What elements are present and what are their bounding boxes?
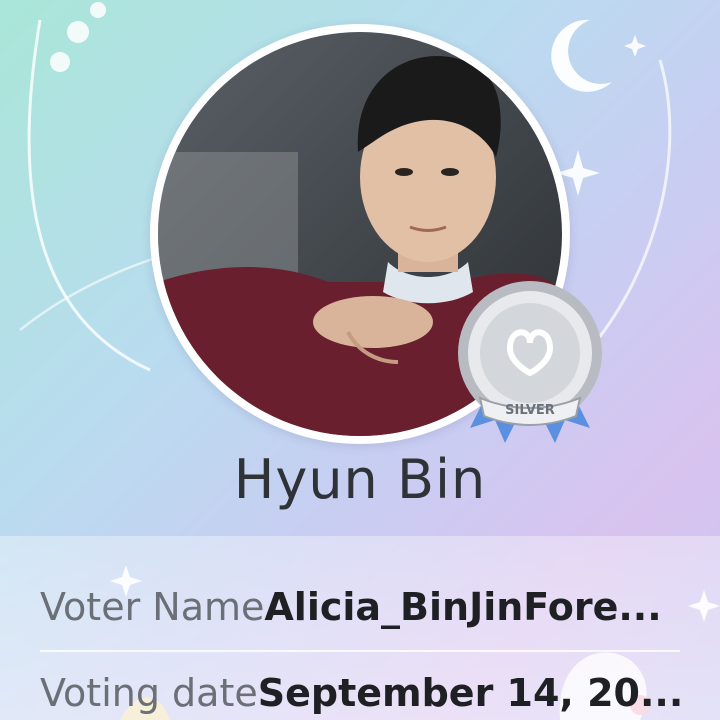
- voting-date-label: Voting date: [40, 671, 258, 715]
- badge-label: SILVER: [505, 403, 555, 418]
- voter-name-row: Voter NameAlicia_BinJinFore...: [40, 584, 680, 630]
- silver-medal-icon: SILVER: [458, 281, 602, 443]
- voter-name-label: Voter Name: [40, 585, 265, 629]
- voting-date-value: September 14, 20...: [257, 671, 680, 715]
- voter-name-value: Alicia_BinJinFore...: [264, 585, 662, 629]
- divider: [40, 650, 680, 652]
- artist-name: Hyun Bin: [233, 448, 487, 511]
- voting-date-row: Voting dateSeptember 14, 20...: [40, 670, 680, 716]
- moon-icon: [551, 19, 612, 92]
